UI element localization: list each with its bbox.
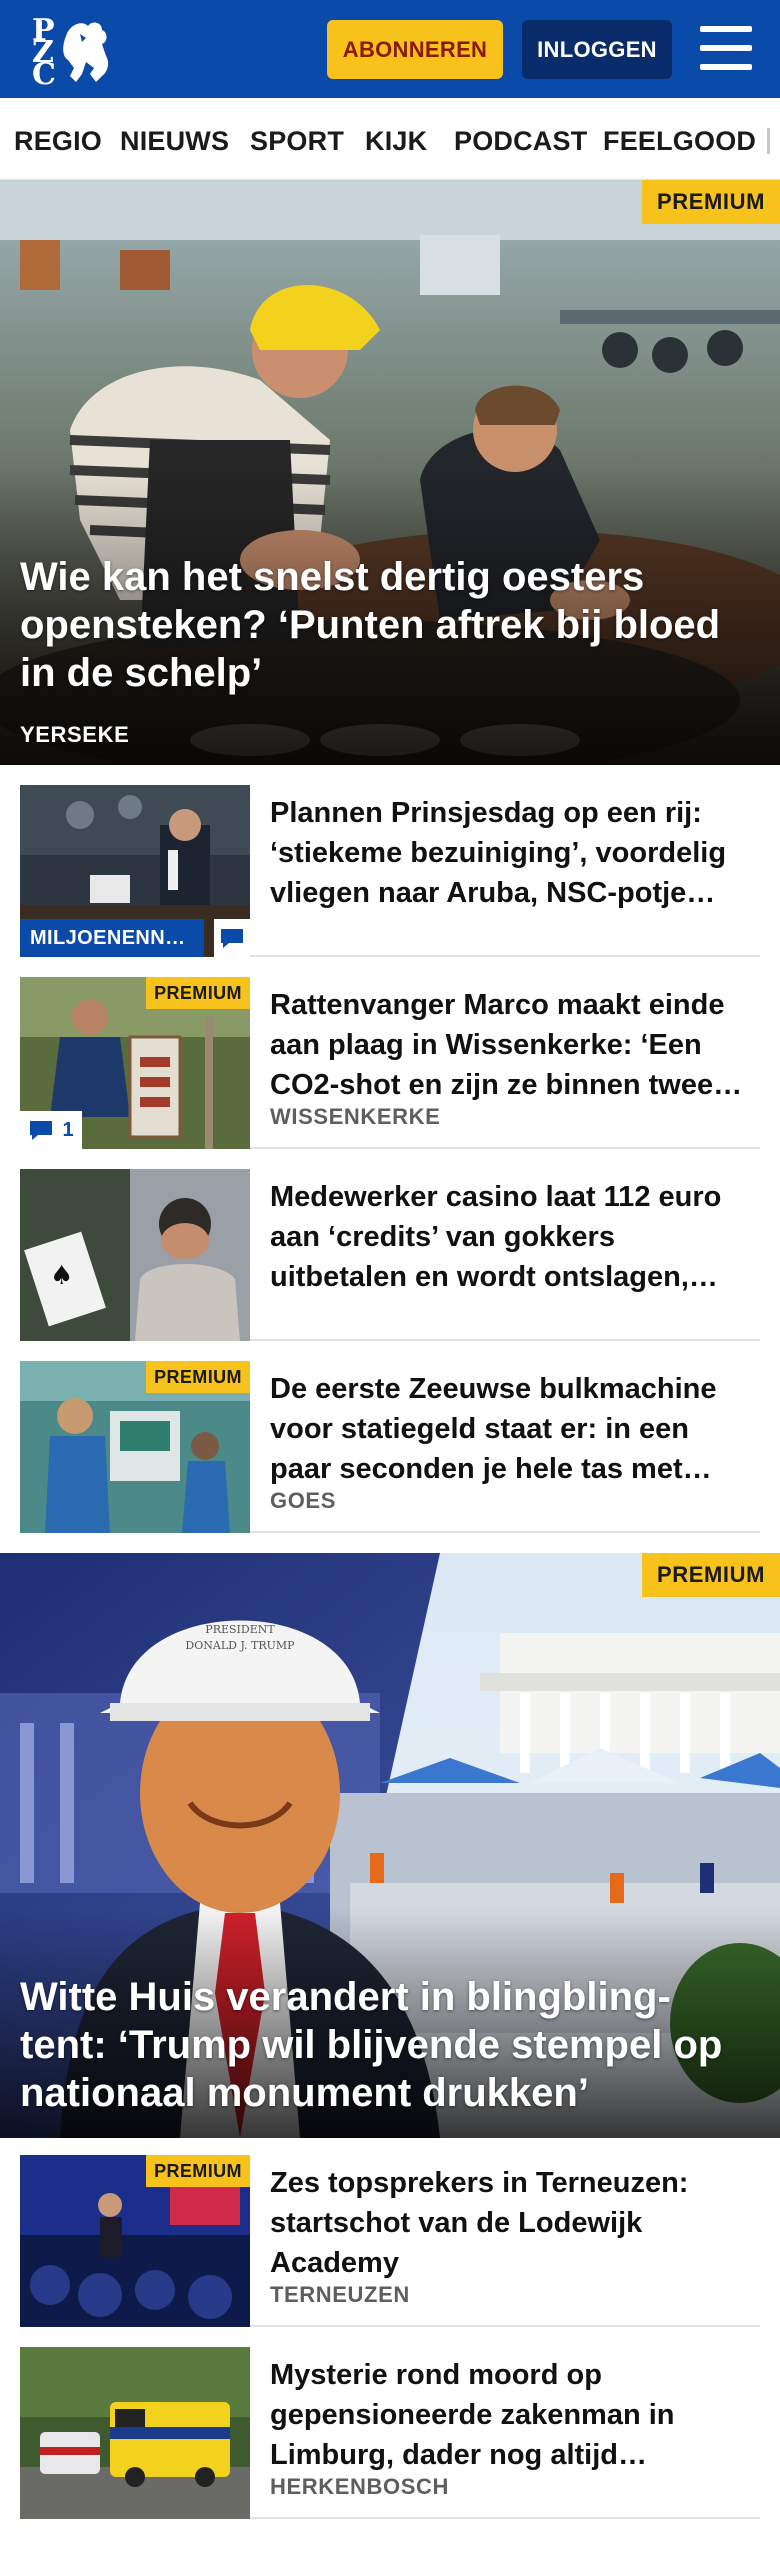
article-headline[interactable]: Medewerker casino laat 112 euro aan ‘cre… bbox=[270, 1177, 750, 1297]
headline-line: ‘stiekeme bezuiniging’, voordelig bbox=[270, 837, 727, 869]
headline-line: Limburg, dader nog altijd… bbox=[270, 2439, 647, 2471]
list-item[interactable]: Mysterie rond moord op gepensioneerde za… bbox=[20, 2347, 760, 2519]
comment-indicator[interactable] bbox=[214, 919, 250, 957]
article-thumbnail: ♠ bbox=[20, 1169, 250, 1341]
headline-line: Mysterie rond moord op bbox=[270, 2359, 602, 2391]
headline-line: vliegen naar Aruba, NSC-potje… bbox=[270, 877, 716, 909]
comment-icon bbox=[221, 929, 243, 948]
svg-text:♠: ♠ bbox=[50, 1261, 73, 1291]
hero-headline-line-1: Witte Huis verandert in blingbling- bbox=[20, 1975, 671, 2019]
premium-badge: PREMIUM bbox=[146, 977, 250, 1009]
article-thumbnail bbox=[20, 2347, 250, 2519]
premium-badge: PREMIUM bbox=[642, 1553, 780, 1597]
article-thumbnail: PREMIUM 1 bbox=[20, 977, 250, 1149]
helmet-text-line-2: DONALD J. TRUMP bbox=[185, 1639, 295, 1652]
lion-icon bbox=[63, 22, 109, 82]
premium-badge: PREMIUM bbox=[146, 1361, 250, 1393]
thumb-photo-casino: ♠ bbox=[20, 1169, 250, 1341]
hero-article[interactable]: PREMIUM Wie kan het snelst dertig oester… bbox=[0, 180, 780, 765]
hero-headline-line-1: Wie kan het snelst dertig oesters bbox=[20, 555, 645, 599]
logo-letter-c: C bbox=[32, 57, 56, 92]
headline-line: gepensioneerde zakenman in bbox=[270, 2399, 675, 2431]
article-headline[interactable]: Rattenvanger Marco maakt einde aan plaag… bbox=[270, 985, 750, 1105]
menu-icon[interactable] bbox=[700, 26, 752, 70]
login-button[interactable]: INLOGGEN bbox=[522, 20, 672, 79]
hero-headline[interactable]: Wie kan het snelst dertig oesters openst… bbox=[20, 553, 750, 697]
headline-line: Medewerker casino laat 112 euro bbox=[270, 1181, 722, 1213]
article-thumbnail: MILJOENENN… bbox=[20, 785, 250, 957]
hero-headline-line-3: nationaal monument drukken’ bbox=[20, 2071, 589, 2115]
headline-line: Rattenvanger Marco maakt einde bbox=[270, 989, 725, 1021]
list-item[interactable]: PREMIUM De eerste Zeeuwse bulkmachine vo… bbox=[20, 1361, 760, 1533]
list-item[interactable]: PREMIUM Zes topsprekers in Terneuzen: st… bbox=[20, 2155, 760, 2327]
hero-headline-line-3: in de schelp’ bbox=[20, 651, 263, 695]
article-location: WISSENKERKE bbox=[270, 1104, 441, 1129]
headline-line: Zes topsprekers in Terneuzen: bbox=[270, 2167, 689, 2199]
comment-count-value: 1 bbox=[62, 1118, 74, 1141]
headline-line: CO2-shot en zijn ze binnen twee… bbox=[270, 1069, 743, 1101]
list-item[interactable]: ♠ Medewerker casino laat 112 euro aan ‘c… bbox=[20, 1169, 760, 1341]
headline-line: paar seconden je hele tas met… bbox=[270, 1453, 712, 1485]
topic-tag[interactable]: MILJOENENN… bbox=[20, 919, 204, 957]
section-nav: REGIO NIEUWS SPORT KIJK PODCAST FEELGOOD bbox=[0, 98, 780, 180]
headline-line: voor statiegeld staat er: in een bbox=[270, 1413, 690, 1445]
article-headline[interactable]: Plannen Prinsjesdag op een rij: ‘stiekem… bbox=[270, 793, 750, 913]
nav-item-podcast[interactable]: PODCAST bbox=[454, 126, 587, 157]
article-thumbnail: PREMIUM bbox=[20, 1361, 250, 1533]
nav-item-nieuws[interactable]: NIEUWS bbox=[120, 126, 229, 157]
nav-item-kijk[interactable]: KIJK bbox=[365, 126, 427, 157]
list-item[interactable]: MILJOENENN… Plannen Prinsjesdag op een r… bbox=[20, 785, 760, 957]
headline-line: startschot van de Lodewijk bbox=[270, 2207, 643, 2239]
headline-line: Plannen Prinsjesdag op een rij: bbox=[270, 797, 702, 829]
nav-overflow-divider bbox=[767, 128, 770, 154]
pzc-logo[interactable]: P Z C bbox=[28, 14, 114, 90]
premium-badge: PREMIUM bbox=[642, 180, 780, 224]
hero-headline[interactable]: Witte Huis verandert in blingbling- tent… bbox=[20, 1973, 750, 2117]
headline-line: uitbetalen en wordt ontslagen,… bbox=[270, 1261, 718, 1293]
article-location: HERKENBOSCH bbox=[270, 2474, 449, 2499]
article-location: GOES bbox=[270, 1488, 336, 1513]
hero-location: YERSEKE bbox=[20, 722, 130, 747]
headline-line: De eerste Zeeuwse bulkmachine bbox=[270, 1373, 717, 1405]
headline-line: aan ‘credits’ van gokkers bbox=[270, 1221, 615, 1253]
site-header: P Z C ABONNEREN INLOGGEN bbox=[0, 0, 780, 98]
nav-item-feelgood[interactable]: FEELGOOD bbox=[603, 126, 756, 157]
hero-headline-line-2: opensteken? ‘Punten aftrek bij bloed bbox=[20, 603, 721, 647]
list-item[interactable]: PREMIUM 1 Rattenvanger Marco maakt einde… bbox=[20, 977, 760, 1149]
helmet-text-line-1: PRESIDENT bbox=[205, 1623, 275, 1636]
comment-count[interactable]: 1 bbox=[20, 1111, 82, 1149]
article-headline[interactable]: Mysterie rond moord op gepensioneerde za… bbox=[270, 2355, 750, 2475]
headline-line: Academy bbox=[270, 2247, 399, 2279]
hero-article-2[interactable]: PRESIDENT DONALD J. TRUMP PREMIUM Witte … bbox=[0, 1553, 780, 2138]
headline-line: aan plaag in Wissenkerke: ‘Een bbox=[270, 1029, 702, 1061]
article-location: TERNEUZEN bbox=[270, 2282, 410, 2307]
thumb-photo-ambulance bbox=[20, 2347, 250, 2519]
article-thumbnail: PREMIUM bbox=[20, 2155, 250, 2327]
premium-badge: PREMIUM bbox=[146, 2155, 250, 2187]
nav-item-regio[interactable]: REGIO bbox=[14, 126, 102, 157]
comment-icon bbox=[30, 1121, 53, 1140]
article-headline[interactable]: Zes topsprekers in Terneuzen: startschot… bbox=[270, 2163, 750, 2283]
article-headline[interactable]: De eerste Zeeuwse bulkmachine voor stati… bbox=[270, 1369, 750, 1489]
hero-headline-line-2: tent: ‘Trump wil blijvende stempel op bbox=[20, 2023, 723, 2067]
nav-item-sport[interactable]: SPORT bbox=[250, 126, 344, 157]
subscribe-button[interactable]: ABONNEREN bbox=[327, 20, 503, 79]
